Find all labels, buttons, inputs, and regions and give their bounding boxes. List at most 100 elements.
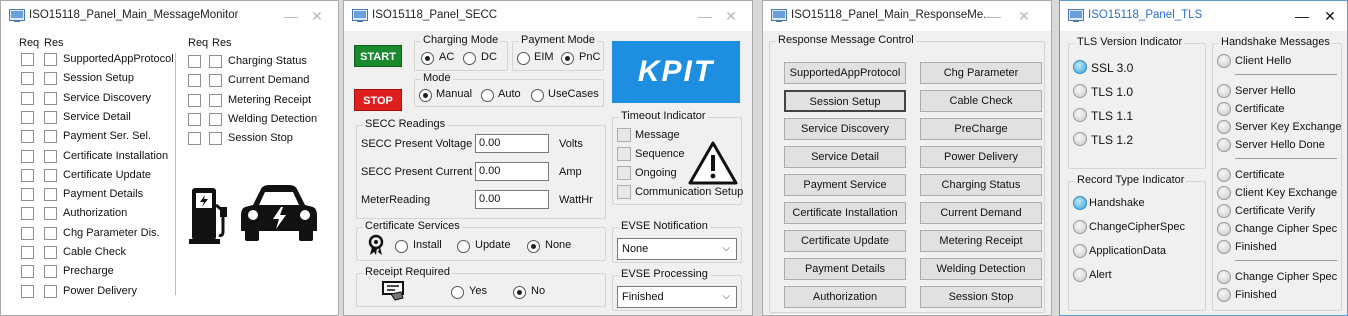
message-label: SupportedAppProtocol <box>63 53 174 65</box>
req-checkbox-payment-ser-sel[interactable] <box>21 130 34 144</box>
res-checkbox-authorization[interactable] <box>44 207 57 221</box>
res-checkbox-payment-details[interactable] <box>44 188 57 202</box>
dc-radio[interactable] <box>463 52 476 65</box>
res-checkbox-cable-check[interactable] <box>44 246 57 259</box>
res-checkbox-payment-ser-sel[interactable] <box>44 130 57 144</box>
receipt-required-group: Receipt Required Yes No <box>356 266 606 307</box>
install-radio[interactable] <box>395 240 408 253</box>
tls-version-label: TLS 1.2 <box>1091 133 1134 147</box>
response-button-metering-receipt[interactable]: Metering Receipt <box>920 230 1042 252</box>
res-checkbox-certificate-update[interactable] <box>44 168 57 182</box>
close-button[interactable]: ✕ <box>1015 7 1033 25</box>
req-checkbox-current-demand[interactable] <box>188 74 201 88</box>
req-checkbox-session-stop[interactable] <box>188 132 201 146</box>
res-checkbox-current-demand[interactable] <box>209 74 222 88</box>
ac-radio[interactable] <box>421 52 434 65</box>
response-button-current-demand[interactable]: Current Demand <box>920 202 1042 224</box>
chevron-down-icon: ⌵ <box>722 243 730 254</box>
response-button-chg-parameter[interactable]: Chg Parameter <box>920 62 1042 84</box>
auto-radio[interactable] <box>481 89 494 102</box>
handshake-label: Certificate Verify <box>1235 205 1316 217</box>
req-checkbox-charging-status[interactable] <box>188 55 201 68</box>
voltage-field[interactable]: 0.00 <box>475 134 549 153</box>
eim-radio[interactable] <box>517 52 530 65</box>
minimize-button[interactable]: — <box>696 7 714 25</box>
response-button-charging-status[interactable]: Charging Status <box>920 174 1042 196</box>
response-button-certificate-installation[interactable]: Certificate Installation <box>784 202 906 224</box>
res-checkbox-service-detail[interactable] <box>44 110 57 124</box>
req-checkbox-metering-receipt[interactable] <box>188 93 201 107</box>
req-checkbox-certificate-update[interactable] <box>21 168 34 182</box>
res-checkbox-certificate-installation[interactable] <box>44 149 57 163</box>
close-button[interactable]: ✕ <box>308 7 326 25</box>
req-checkbox-service-detail[interactable] <box>21 110 34 124</box>
response-button-authorization[interactable]: Authorization <box>784 286 906 308</box>
minimize-button[interactable]: — <box>1293 7 1311 25</box>
response-button-certificate-update[interactable]: Certificate Update <box>784 230 906 252</box>
meter-field[interactable]: 0.00 <box>475 190 549 209</box>
res-checkbox-precharge[interactable] <box>44 265 57 279</box>
yes-radio[interactable] <box>451 286 464 299</box>
req-checkbox-authorization[interactable] <box>21 207 34 221</box>
title-bar: ISO15118_Panel_Main_MessageMonitor — ✕ <box>1 1 338 31</box>
res-checkbox-session-stop[interactable] <box>209 132 222 146</box>
req-checkbox-cable-check[interactable] <box>21 246 34 259</box>
response-button-precharge[interactable]: PreCharge <box>920 118 1042 140</box>
req-checkbox-session-setup[interactable] <box>21 72 34 86</box>
res-checkbox-welding-detection[interactable] <box>209 112 222 126</box>
message-label: Message <box>635 129 680 141</box>
response-button-service-detail[interactable]: Service Detail <box>784 146 906 168</box>
close-button[interactable]: ✕ <box>1321 7 1339 25</box>
message-label: Power Delivery <box>63 284 137 297</box>
none-radio[interactable] <box>527 240 540 253</box>
manual-radio[interactable] <box>419 89 432 102</box>
response-button-session-setup[interactable]: Session Setup <box>784 90 906 112</box>
current-field[interactable]: 0.00 <box>475 162 549 181</box>
res-checkbox-charging-status[interactable] <box>209 55 222 68</box>
res-checkbox-service-discovery[interactable] <box>44 91 57 105</box>
res-checkbox-power-delivery[interactable] <box>44 284 57 298</box>
minimize-button[interactable]: — <box>985 7 1003 25</box>
ongoing-label: Ongoing <box>635 167 677 179</box>
response-button-cable-check[interactable]: Cable Check <box>920 90 1042 112</box>
message-indicator <box>617 128 631 142</box>
record-type-label: ApplicationData <box>1089 245 1167 257</box>
res-checkbox-metering-receipt[interactable] <box>209 93 222 107</box>
res-checkbox-supportedappprotocol[interactable] <box>44 53 57 66</box>
req-checkbox-service-discovery[interactable] <box>21 91 34 105</box>
message-label: Precharge <box>63 265 114 278</box>
tls-led-tls-1-1 <box>1073 108 1087 122</box>
yes-label: Yes <box>469 285 487 297</box>
no-radio[interactable] <box>513 286 526 299</box>
pnc-radio[interactable] <box>561 52 574 65</box>
response-button-payment-details[interactable]: Payment Details <box>784 258 906 280</box>
close-button[interactable]: ✕ <box>722 7 740 25</box>
message-label: Charging Status <box>228 55 307 67</box>
response-button-session-stop[interactable]: Session Stop <box>920 286 1042 308</box>
record-led-changecipherspec <box>1073 220 1087 234</box>
start-button[interactable]: START <box>354 45 402 67</box>
req-checkbox-power-delivery[interactable] <box>21 284 34 298</box>
req-checkbox-payment-details[interactable] <box>21 188 34 202</box>
evse-processing-select[interactable]: Finished ⌵ <box>617 286 737 308</box>
req-checkbox-precharge[interactable] <box>21 265 34 279</box>
response-button-service-discovery[interactable]: Service Discovery <box>784 118 906 140</box>
response-button-power-delivery[interactable]: Power Delivery <box>920 146 1042 168</box>
handshake-led-finished <box>1217 240 1231 254</box>
response-button-payment-service[interactable]: Payment Service <box>784 174 906 196</box>
response-button-supportedappprotocol[interactable]: SupportedAppProtocol <box>784 62 906 84</box>
res-checkbox-session-setup[interactable] <box>44 72 57 86</box>
update-label: Update <box>475 239 511 251</box>
stop-button[interactable]: STOP <box>354 89 402 111</box>
minimize-button[interactable]: — <box>282 7 300 25</box>
response-button-welding-detection[interactable]: Welding Detection <box>920 258 1042 280</box>
req-checkbox-welding-detection[interactable] <box>188 112 201 126</box>
evse-notification-select[interactable]: None ⌵ <box>617 238 737 260</box>
usecases-radio[interactable] <box>531 89 544 102</box>
update-radio[interactable] <box>457 240 470 253</box>
req-checkbox-chg-parameter-dis[interactable] <box>21 226 34 240</box>
res-checkbox-chg-parameter-dis[interactable] <box>44 226 57 240</box>
title-bar: ISO15118_Panel_SECC — ✕ <box>344 1 752 31</box>
req-checkbox-supportedappprotocol[interactable] <box>21 53 34 66</box>
req-checkbox-certificate-installation[interactable] <box>21 149 34 163</box>
